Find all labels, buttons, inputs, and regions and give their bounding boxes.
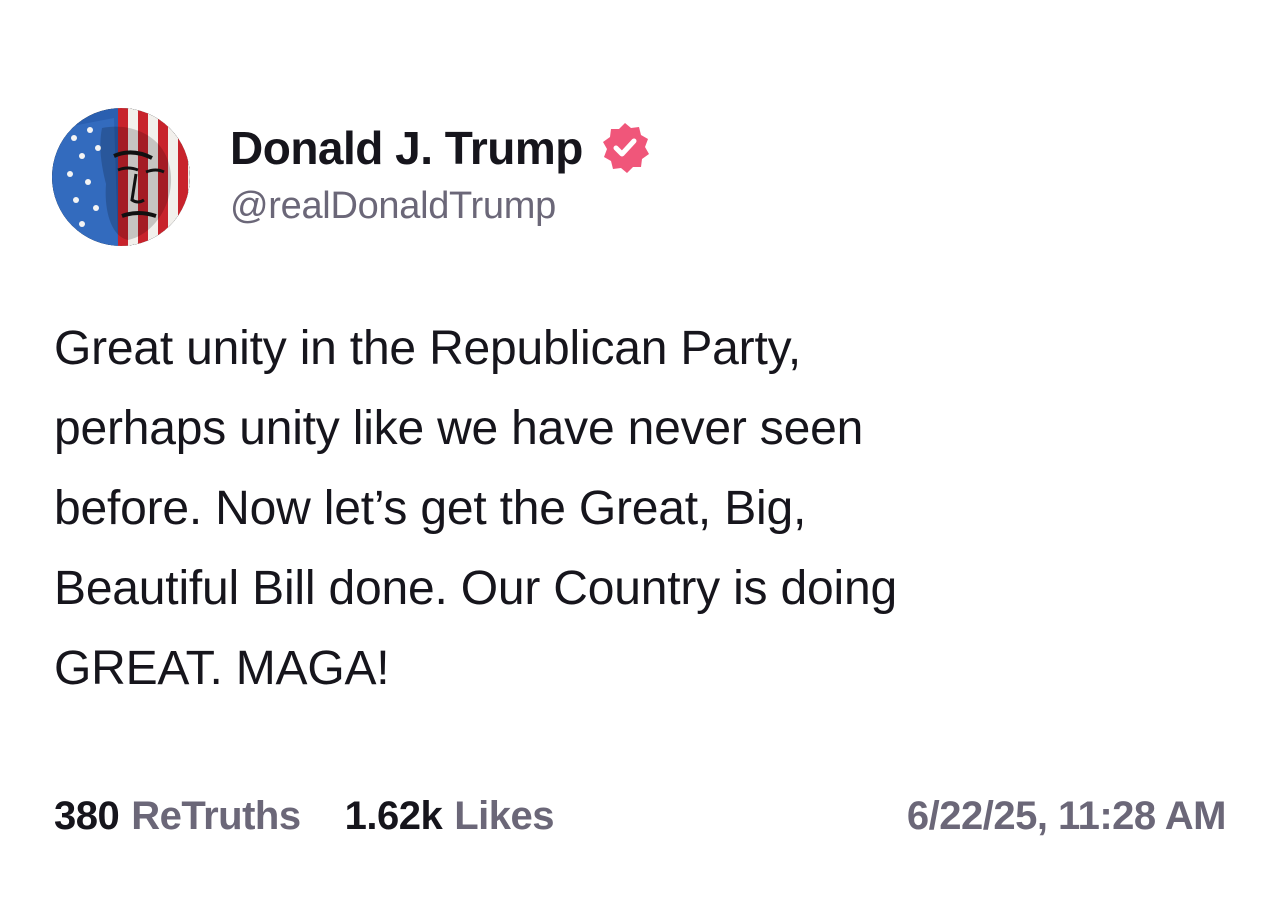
post-header: Donald J. Trump @realDonaldTrump	[52, 108, 653, 246]
author-identity: Donald J. Trump @realDonaldTrump	[230, 119, 653, 231]
post-text: Great unity in the Republican Party, per…	[54, 322, 897, 695]
name-row: Donald J. Trump	[230, 119, 653, 177]
post-timestamp[interactable]: 6/22/25, 11:28 AM	[907, 794, 1227, 839]
author-display-name[interactable]: Donald J. Trump	[230, 119, 583, 177]
author-handle[interactable]: @realDonaldTrump	[230, 181, 653, 231]
avatar[interactable]	[52, 108, 190, 246]
retruths-stat[interactable]: 380 ReTruths	[54, 794, 301, 839]
retruths-count: 380	[54, 793, 120, 838]
likes-label: Likes	[454, 793, 555, 838]
retruths-label: ReTruths	[131, 793, 301, 838]
post-footer: 380 ReTruths 1.62k Likes 6/22/25, 11:28 …	[54, 786, 1227, 846]
avatar-image	[52, 108, 190, 246]
likes-stat[interactable]: 1.62k Likes	[344, 793, 555, 839]
likes-count: 1.62k	[344, 793, 443, 838]
post-card: Donald J. Trump @realDonaldTrump Great u…	[0, 0, 1280, 906]
verified-badge-icon	[597, 120, 653, 176]
